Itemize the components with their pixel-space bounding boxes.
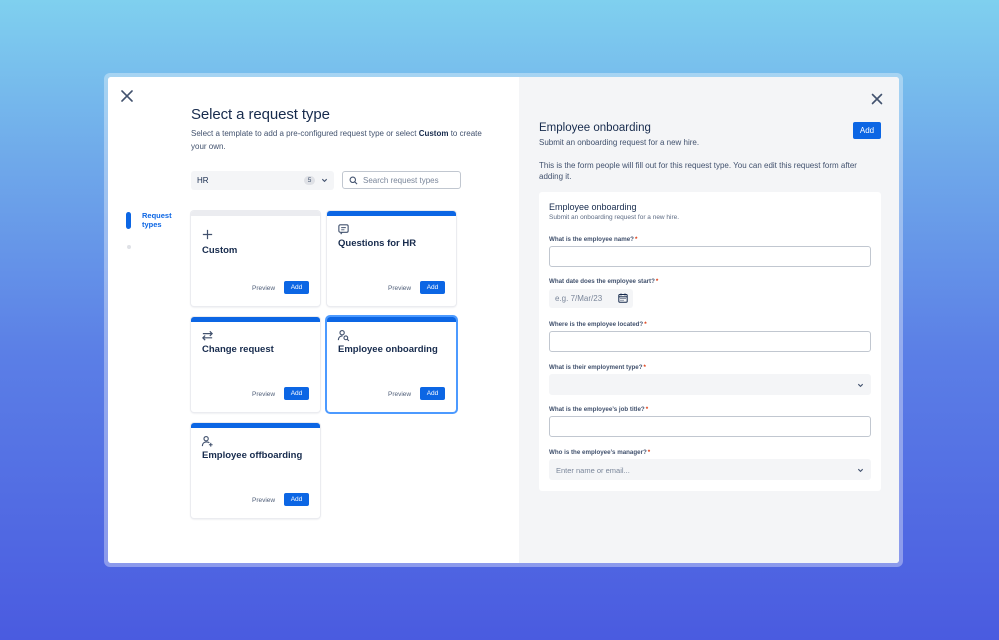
card-accent-bar [327, 317, 456, 322]
employee-location-field[interactable] [549, 331, 871, 352]
add-button[interactable]: Add [284, 387, 309, 400]
preview-panel: Employee onboarding Submit an onboarding… [519, 77, 899, 563]
plus-icon [202, 229, 213, 240]
preview-link[interactable]: Preview [388, 285, 411, 292]
employment-type-select[interactable] [549, 374, 871, 395]
template-card-change-request[interactable]: Change request Preview Add [191, 317, 320, 412]
person-search-icon [337, 330, 350, 342]
job-title-field[interactable] [549, 416, 871, 437]
card-accent-bar [327, 211, 456, 216]
add-button[interactable]: Add [420, 387, 445, 400]
chevron-down-icon [857, 383, 864, 388]
search-input[interactable]: Search request types [342, 171, 461, 189]
search-icon [349, 176, 358, 185]
card-accent-bar [191, 423, 320, 428]
template-picker-panel: Select a request type Select a template … [108, 77, 519, 563]
close-icon[interactable] [119, 88, 135, 104]
preview-link[interactable]: Preview [252, 497, 275, 504]
template-card-employee-onboarding[interactable]: Employee onboarding Preview Add [327, 317, 456, 412]
template-card-employee-offboarding[interactable]: Employee offboarding Preview Add [191, 423, 320, 518]
question-label: What is the employee name?* [549, 236, 638, 243]
template-card-questions-for-hr[interactable]: Questions for HR Preview Add [327, 211, 456, 306]
add-button[interactable]: Add [853, 122, 881, 139]
add-button[interactable]: Add [284, 281, 309, 294]
add-button[interactable]: Add [420, 281, 445, 294]
add-button[interactable]: Add [284, 493, 309, 506]
card-title: Questions for HR [338, 238, 417, 249]
question-label: What is their employment type?* [549, 364, 646, 371]
calendar-icon[interactable] [618, 293, 628, 303]
manager-picker[interactable]: Enter name or email... [549, 459, 871, 480]
message-icon [338, 224, 349, 235]
form-subtitle: Submit an onboarding request for a new h… [549, 214, 680, 221]
card-accent-bar [191, 317, 320, 322]
question-label: Who is the employee’s manager?* [549, 449, 651, 456]
preview-link[interactable]: Preview [252, 285, 275, 292]
form-preview: Employee onboarding Submit an onboarding… [539, 192, 881, 491]
category-select-value: HR [197, 176, 209, 185]
page-title: Select a request type [191, 106, 330, 123]
preview-link[interactable]: Preview [252, 391, 275, 398]
category-select[interactable]: HR 5 [191, 171, 334, 190]
employee-name-field[interactable] [549, 246, 871, 267]
card-title: Custom [202, 245, 238, 256]
question-label: Where is the employee located?* [549, 321, 647, 328]
form-title: Employee onboarding [549, 202, 637, 212]
chevron-down-icon [857, 468, 864, 473]
swap-arrows-icon [202, 330, 213, 341]
person-add-icon [201, 436, 213, 447]
question-label: What is the employee’s job title?* [549, 406, 649, 413]
start-date-field[interactable]: e.g. 7/Mar/23 [549, 289, 633, 308]
preview-link[interactable]: Preview [388, 391, 411, 398]
date-placeholder: e.g. 7/Mar/23 [555, 294, 603, 303]
card-title: Employee onboarding [338, 344, 438, 355]
search-placeholder: Search request types [363, 176, 439, 185]
question-label: What date does the employee start?* [549, 278, 659, 285]
manager-placeholder: Enter name or email... [556, 466, 630, 475]
template-card-custom[interactable]: Custom Preview Add [191, 211, 320, 306]
nav-step-dot[interactable] [127, 245, 131, 249]
card-title: Change request [202, 344, 274, 355]
chevron-down-icon [321, 178, 328, 183]
preview-description: This is the form people will fill out fo… [539, 161, 857, 181]
request-type-modal: Select a request type Select a template … [108, 77, 899, 563]
card-title: Employee offboarding [202, 450, 303, 461]
nav-item-request-types[interactable]: Request types [142, 211, 192, 229]
preview-title: Employee onboarding [539, 122, 651, 134]
close-icon[interactable] [869, 91, 885, 107]
preview-subtitle: Submit an onboarding request for a new h… [539, 138, 700, 147]
page-description: Select a template to add a pre-configure… [191, 129, 482, 151]
category-count-badge: 5 [304, 176, 315, 185]
nav-active-indicator [126, 212, 131, 229]
card-accent-bar [191, 211, 320, 216]
